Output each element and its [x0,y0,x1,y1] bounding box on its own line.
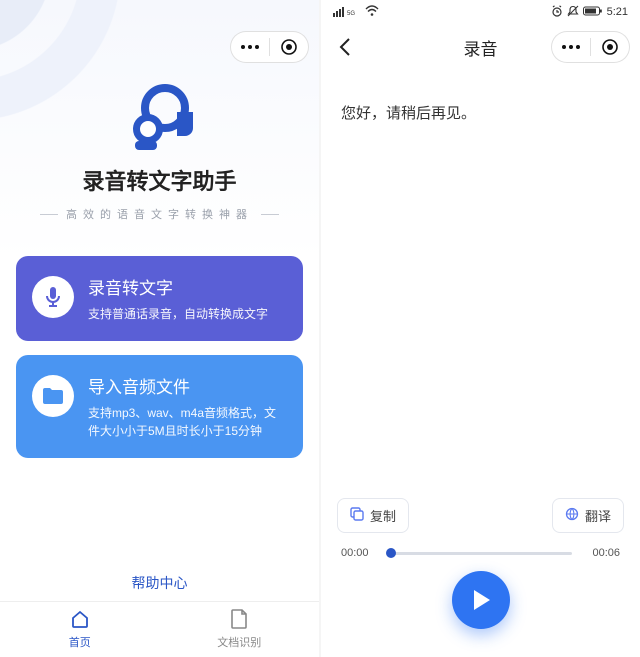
microphone-icon [32,276,74,318]
home-screen: 5G 5:20 [0,0,319,657]
action-row: 复制 翻译 [321,498,640,543]
nav-home[interactable]: 首页 [0,602,160,657]
record-card-subtitle: 支持普通话录音，自动转换成文字 [88,305,268,323]
time-total: 00:06 [582,547,620,559]
translate-label: 翻译 [585,506,611,525]
import-card-title: 导入音频文件 [88,373,287,398]
mute-icon [567,5,579,20]
nav-home-label: 首页 [69,634,91,650]
timeline: 00:00 00:06 [341,547,620,559]
wifi-icon [365,5,379,20]
audio-player: 00:00 00:06 [321,543,640,657]
translate-icon [565,507,579,524]
copy-icon [350,507,364,524]
copy-label: 复制 [370,506,396,525]
app-tagline: 高效的语音文字转换神器 [0,206,319,222]
transcript-text: 您好，请稍后再见。 [321,70,640,498]
status-bar: 5G 5:21 [321,0,640,24]
record-to-text-card[interactable]: 录音转文字 支持普通话录音，自动转换成文字 [16,256,303,341]
copy-button[interactable]: 复制 [337,498,409,533]
nav-doc-label: 文档识别 [217,634,261,650]
app-bar [0,24,319,70]
translate-button[interactable]: 翻译 [552,498,624,533]
capsule-menu [551,31,630,63]
play-icon [470,588,492,612]
app-bar: 录音 [321,24,640,70]
app-title: 录音转文字助手 [0,164,319,196]
footer-links: 帮助中心 [0,573,319,601]
record-card-title: 录音转文字 [88,274,268,299]
close-miniprogram-button[interactable] [270,31,308,63]
close-miniprogram-button[interactable] [591,31,629,63]
back-button[interactable] [331,33,359,61]
battery-icon [583,5,603,20]
folder-icon [32,375,74,417]
more-button[interactable] [231,31,269,63]
app-logo-icon [127,84,193,150]
document-icon [230,609,248,632]
time-current: 00:00 [341,547,379,559]
import-card-subtitle: 支持mp3、wav、m4a音频格式，文件大小小于5M且时长小于15分钟 [88,404,287,440]
svg-text:5G: 5G [347,11,355,17]
status-time: 5:21 [607,6,628,18]
network-icon: 5G [333,5,361,20]
play-button[interactable] [452,571,510,629]
nav-doc[interactable]: 文档识别 [160,602,320,657]
capsule-menu [230,31,309,63]
hero-section: 录音转文字助手 高效的语音文字转换神器 [0,70,319,256]
more-button[interactable] [552,31,590,63]
feature-cards: 录音转文字 支持普通话录音，自动转换成文字 导入音频文件 支持mp3、wav、m… [0,256,319,472]
seek-handle[interactable] [386,548,396,558]
alarm-icon [551,5,563,20]
help-center-link[interactable]: 帮助中心 [132,575,188,591]
recording-screen: 5G 5:21 录音 [321,0,640,657]
seek-track[interactable] [389,552,572,555]
bottom-nav: 首页 文档识别 [0,601,319,657]
import-audio-card[interactable]: 导入音频文件 支持mp3、wav、m4a音频格式，文件大小小于5M且时长小于15… [16,355,303,458]
home-icon [70,609,90,632]
